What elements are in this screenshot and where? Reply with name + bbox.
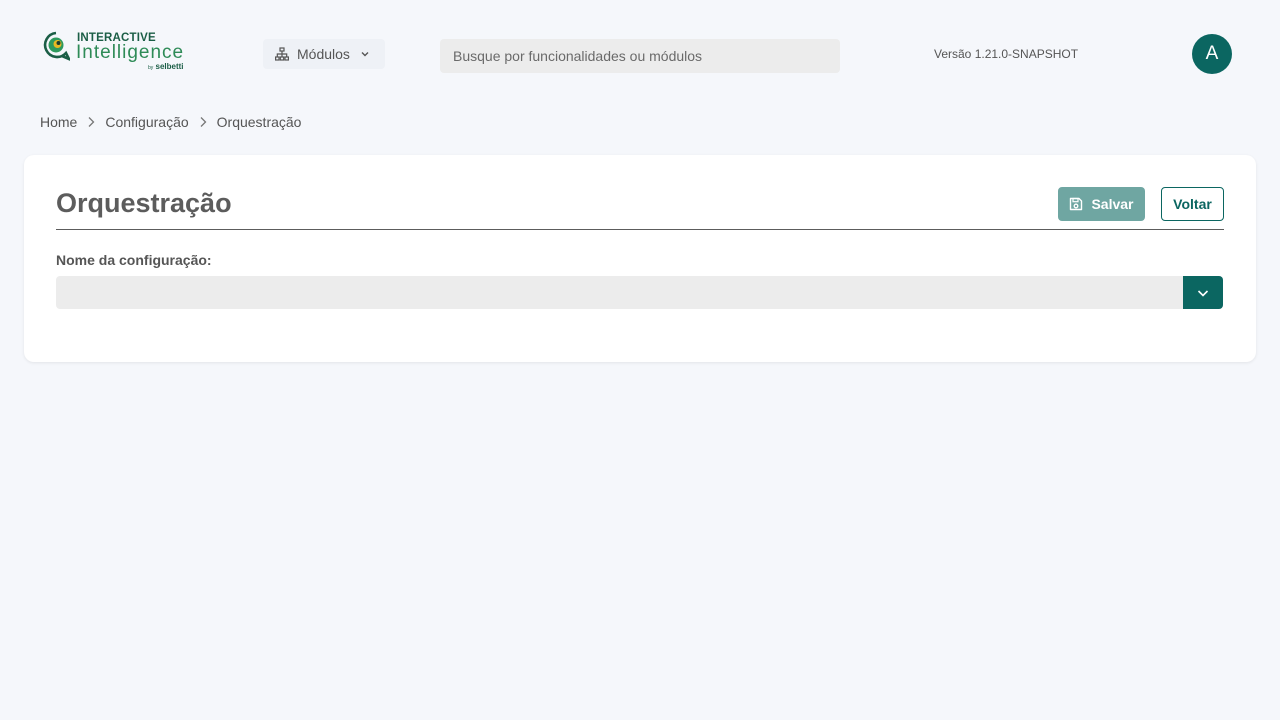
save-button-label: Salvar [1091,196,1134,212]
search-input[interactable] [440,39,840,73]
breadcrumb-home[interactable]: Home [40,114,77,130]
breadcrumb-orquestracao: Orquestração [216,114,302,130]
select-toggle-button[interactable] [1183,276,1223,309]
breadcrumb: Home Configuração Orquestração [40,113,301,131]
version-label: Versão 1.21.0-SNAPSHOT [934,47,1079,61]
sitemap-icon [275,47,289,61]
modules-dropdown-button[interactable]: Módulos [263,39,385,69]
modules-label: Módulos [297,46,350,62]
app-logo[interactable]: INTERACTIVE Intelligence by selbetti [42,31,192,73]
chevron-right-icon [87,116,95,128]
logo-text-main: Intelligence [76,42,185,63]
back-button-label: Voltar [1173,196,1212,212]
floppy-disk-icon [1070,197,1083,211]
title-divider [56,229,1224,230]
breadcrumb-configuracao[interactable]: Configuração [105,114,188,130]
save-button[interactable]: Salvar [1058,187,1145,221]
chevron-right-icon [199,116,207,128]
page-title: Orquestração [56,188,232,218]
back-button[interactable]: Voltar [1161,187,1224,221]
orchestration-card: Orquestração Salvar Voltar Nome da confi… [24,155,1256,362]
top-header: INTERACTIVE Intelligence by selbetti Mód… [0,0,1280,100]
logo-mark-icon [43,31,70,61]
user-avatar[interactable]: A [1192,34,1232,74]
config-name-select[interactable] [56,276,1223,309]
chevron-down-icon [361,52,369,57]
avatar-initial: A [1205,43,1219,64]
config-name-label: Nome da configuração: [56,252,212,268]
logo-byline: by selbetti [148,62,184,71]
chevron-down-icon [1197,289,1209,297]
